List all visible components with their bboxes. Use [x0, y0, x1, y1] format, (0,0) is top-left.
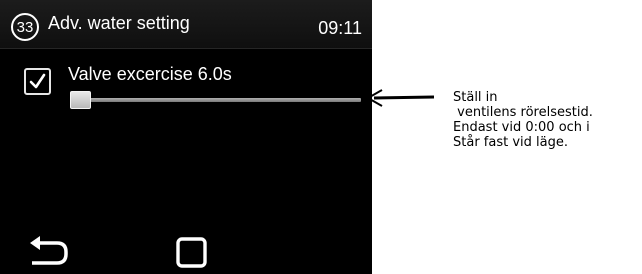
note-line: Endast vid 0:00 och i [453, 120, 590, 135]
note-line: Står fast vid läge. [453, 135, 568, 150]
page-title: Adv. water setting [48, 13, 190, 33]
annotation-note: Ställ in ventilens rörelsestid. Endast v… [453, 90, 593, 150]
page-number: 33 [16, 18, 34, 36]
device-screen: 33 Adv. water setting 09:11 Valve excerc… [0, 0, 372, 274]
checkmark-icon [29, 73, 46, 89]
annotation-arrow-icon [367, 89, 435, 107]
setting-value: 6.0s [197, 64, 232, 84]
clock: 09:11 [318, 18, 362, 38]
back-button[interactable] [26, 232, 74, 268]
valve-exercise-checkbox[interactable] [24, 68, 51, 95]
setting-label: Valve excercise 6.0s [68, 64, 232, 85]
note-line: ventilens rörelsestid. [453, 105, 593, 120]
slider-thumb[interactable] [70, 91, 91, 109]
page: 33 Adv. water setting 09:11 Valve excerc… [0, 0, 642, 274]
note-line: Ställ in [453, 90, 498, 105]
back-arrow-icon [30, 236, 68, 265]
page-number-badge: 33 [11, 13, 39, 41]
home-square-icon [176, 237, 207, 268]
header-bar: 33 Adv. water setting 09:11 [0, 0, 372, 49]
slider-track[interactable] [70, 98, 361, 102]
home-button[interactable] [176, 237, 208, 269]
setting-name: Valve excercise [68, 64, 193, 84]
